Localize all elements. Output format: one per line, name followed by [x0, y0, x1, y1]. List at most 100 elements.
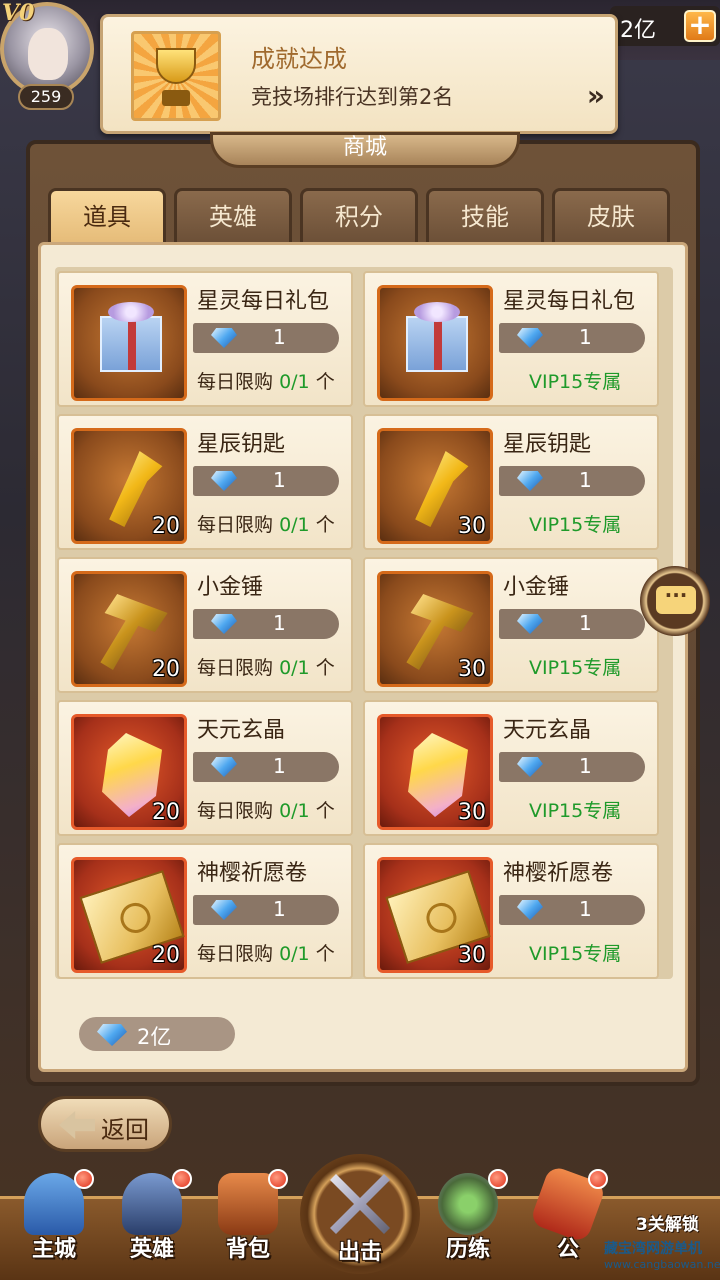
back-label: 返回 — [101, 1116, 149, 1144]
double-chevron-right-icon[interactable]: » — [587, 79, 605, 112]
crossed-swords-icon — [330, 1174, 390, 1234]
trophy-icon — [131, 31, 221, 121]
watermark-text: 藏宝湾网游单机 — [604, 1241, 702, 1257]
chat-bubble-icon: ··· — [656, 585, 696, 614]
back-button[interactable]: 返回 — [38, 1096, 172, 1152]
vip-requirement: VIP15专属 — [529, 657, 622, 679]
top-currency: 2亿 + — [610, 6, 720, 46]
item-quantity: 30 — [458, 943, 486, 968]
item-card[interactable]: 20 小金锤 1 每日限购 0/1 个 — [57, 557, 353, 693]
item-card[interactable]: 20 神樱祈愿卷 1 每日限购 0/1 个 — [57, 843, 353, 979]
diamond-icon — [211, 757, 237, 777]
item-card[interactable]: 30 神樱祈愿卷 1 VIP15专属 — [363, 843, 659, 979]
price-tag: 1 — [499, 323, 645, 353]
item-name: 小金锤 — [503, 575, 570, 600]
nav-heroes[interactable]: 英雄 — [108, 1169, 196, 1280]
vip-requirement: VIP15专属 — [529, 943, 622, 965]
item-name: 星辰钥匙 — [197, 432, 286, 457]
shop-content: 星灵每日礼包 1 每日限购 0/1 个 星灵每日礼包 1 VIP15专属 20 … — [38, 242, 688, 1072]
nav-guild[interactable]: 公 — [524, 1164, 612, 1280]
gift-box-icon — [71, 285, 187, 401]
item-name: 天元玄晶 — [197, 718, 286, 743]
diamond-icon — [211, 328, 237, 348]
price-tag: 1 — [499, 609, 645, 639]
price-tag: 1 — [499, 466, 645, 496]
diamond-icon — [97, 1024, 127, 1046]
notification-dot — [74, 1169, 94, 1189]
item-name: 神樱祈愿卷 — [197, 861, 308, 886]
notification-dot — [588, 1169, 608, 1189]
achievement-toast[interactable]: 成就达成 竞技场排行达到第2名 » — [100, 14, 618, 134]
diamond-icon — [211, 614, 237, 634]
purchase-limit: 每日限购 0/1 个 — [197, 800, 335, 822]
top-currency-value: 2亿 — [620, 18, 656, 43]
vip-requirement: VIP15专属 — [529, 514, 622, 536]
item-card[interactable]: 星灵每日礼包 1 每日限购 0/1 个 — [57, 271, 353, 407]
vip-label: V0 — [2, 0, 35, 26]
add-currency-button[interactable]: + — [684, 10, 716, 42]
diamond-icon — [517, 900, 543, 920]
item-name: 神樱祈愿卷 — [503, 861, 614, 886]
tab-items[interactable]: 道具 — [48, 188, 166, 250]
vip-requirement: VIP15专属 — [529, 800, 622, 822]
item-name: 小金锤 — [197, 575, 264, 600]
diamond-icon — [517, 757, 543, 777]
price-tag: 1 — [193, 323, 339, 353]
item-quantity: 30 — [458, 514, 486, 539]
item-quantity: 20 — [152, 514, 180, 539]
item-card[interactable]: 星灵每日礼包 1 VIP15专属 — [363, 271, 659, 407]
item-card[interactable]: 30 星辰钥匙 1 VIP15专属 — [363, 414, 659, 550]
price-tag: 1 — [499, 895, 645, 925]
avatar-face — [28, 28, 68, 80]
toast-description: 竞技场排行达到第2名 — [251, 85, 454, 109]
item-quantity: 20 — [152, 800, 180, 825]
notification-dot — [488, 1169, 508, 1189]
unlock-hint: 3关解锁 — [636, 1215, 699, 1235]
nav-main-city[interactable]: 主城 — [10, 1169, 98, 1280]
trophy-base — [162, 90, 190, 106]
toast-title: 成就达成 — [251, 45, 347, 73]
purchase-limit: 每日限购 0/1 个 — [197, 514, 335, 536]
diamond-icon — [517, 471, 543, 491]
shop-panel: 商城 道具 英雄 积分 技能 皮肤 星灵每日礼包 1 每日限购 0/1 个 星灵… — [26, 132, 700, 1086]
item-list[interactable]: 星灵每日礼包 1 每日限购 0/1 个 星灵每日礼包 1 VIP15专属 20 … — [55, 267, 673, 979]
item-name: 星灵每日礼包 — [197, 289, 330, 314]
wish-scroll-icon: 30 — [377, 857, 493, 973]
star-key-icon: 20 — [71, 428, 187, 544]
item-card[interactable]: 30 天元玄晶 1 VIP15专属 — [363, 700, 659, 836]
gold-hammer-icon: 20 — [71, 571, 187, 687]
chat-button[interactable]: ··· — [640, 566, 710, 636]
shop-title: 商城 — [210, 132, 520, 168]
item-quantity: 30 — [458, 800, 486, 825]
item-card[interactable]: 20 天元玄晶 1 每日限购 0/1 个 — [57, 700, 353, 836]
diamond-icon — [211, 900, 237, 920]
attack-label: 出击 — [337, 1240, 382, 1265]
tab-points[interactable]: 积分 — [300, 188, 418, 246]
diamond-icon — [517, 328, 543, 348]
item-quantity: 20 — [152, 943, 180, 968]
crystal-icon: 20 — [71, 714, 187, 830]
vip-requirement: VIP15专属 — [529, 371, 622, 393]
gift-box-icon — [377, 285, 493, 401]
shop-tabs: 道具 英雄 积分 技能 皮肤 — [48, 188, 688, 250]
wish-scroll-icon: 20 — [71, 857, 187, 973]
item-card[interactable]: 30 小金锤 1 VIP15专属 — [363, 557, 659, 693]
price-tag: 1 — [193, 752, 339, 782]
item-name: 天元玄晶 — [503, 718, 592, 743]
nav-attack-button[interactable]: 出击 — [300, 1154, 420, 1274]
nav-training[interactable]: 历练 — [424, 1169, 512, 1280]
tab-skins[interactable]: 皮肤 — [552, 188, 670, 246]
price-tag: 1 — [499, 752, 645, 782]
tab-skills[interactable]: 技能 — [426, 188, 544, 246]
price-tag: 1 — [193, 609, 339, 639]
diamond-icon — [517, 614, 543, 634]
gold-hammer-icon: 30 — [377, 571, 493, 687]
arrow-left-icon — [59, 1111, 95, 1139]
watermark-url: www.cangbaowan.net — [604, 1258, 720, 1271]
trophy-cup — [156, 48, 196, 84]
price-tag: 1 — [193, 895, 339, 925]
tab-heroes[interactable]: 英雄 — [174, 188, 292, 246]
item-card[interactable]: 20 星辰钥匙 1 每日限购 0/1 个 — [57, 414, 353, 550]
nav-backpack[interactable]: 背包 — [204, 1169, 292, 1280]
item-quantity: 20 — [152, 657, 180, 682]
